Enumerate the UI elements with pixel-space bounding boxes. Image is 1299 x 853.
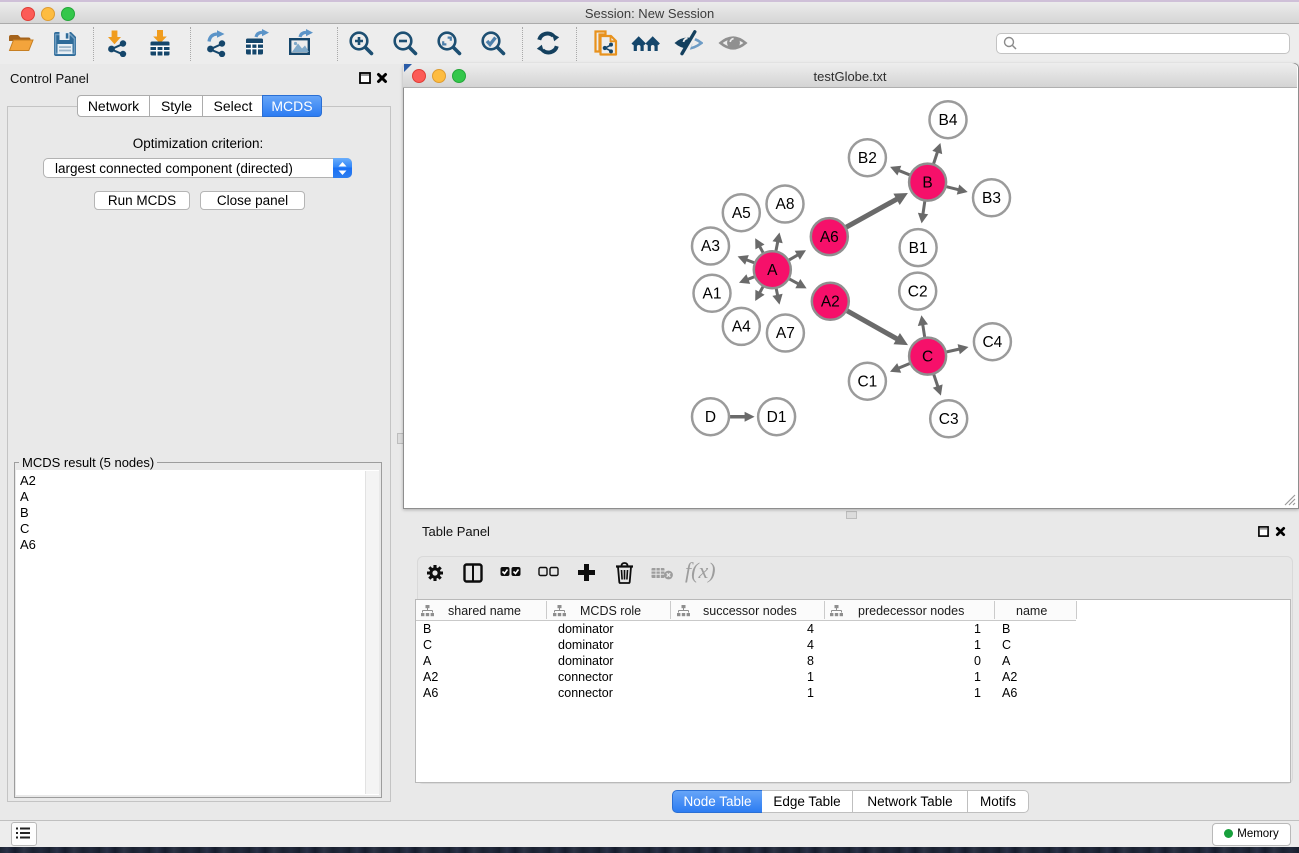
svg-text:C: C bbox=[922, 348, 933, 365]
svg-text:B3: B3 bbox=[982, 190, 1001, 207]
svg-text:A8: A8 bbox=[776, 196, 795, 213]
svg-text:D: D bbox=[705, 409, 716, 426]
svg-text:C2: C2 bbox=[908, 283, 928, 300]
svg-text:A5: A5 bbox=[732, 205, 751, 222]
svg-text:A7: A7 bbox=[776, 325, 795, 342]
svg-text:C3: C3 bbox=[939, 411, 959, 428]
svg-text:B: B bbox=[922, 174, 932, 191]
svg-text:C4: C4 bbox=[982, 334, 1002, 351]
svg-text:B2: B2 bbox=[858, 150, 877, 167]
svg-text:B4: B4 bbox=[939, 112, 958, 129]
svg-text:A3: A3 bbox=[701, 238, 720, 255]
svg-text:B1: B1 bbox=[909, 240, 928, 257]
svg-text:A2: A2 bbox=[821, 294, 840, 311]
svg-text:D1: D1 bbox=[767, 409, 787, 426]
svg-text:A: A bbox=[767, 262, 778, 279]
svg-text:C1: C1 bbox=[857, 373, 877, 390]
svg-text:A1: A1 bbox=[703, 286, 722, 303]
svg-text:A6: A6 bbox=[820, 229, 839, 246]
svg-text:A4: A4 bbox=[732, 319, 751, 336]
